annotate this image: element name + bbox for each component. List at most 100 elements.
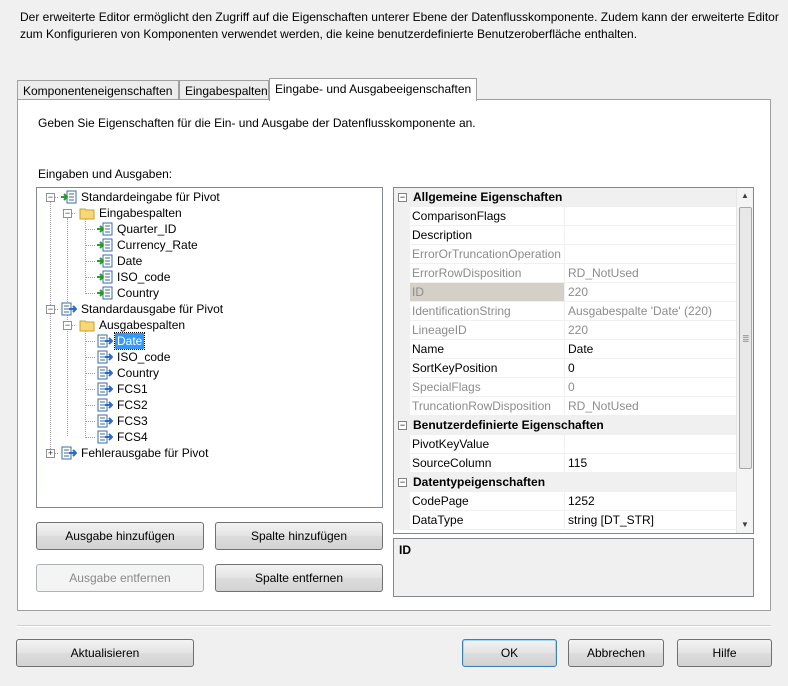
tree-label: FCS4 [117, 430, 148, 444]
property-grid[interactable]: − Allgemeine Eigenschaften ComparisonFlags… [393, 187, 754, 534]
footer-separator [17, 625, 771, 627]
property-row[interactable]: TruncationRowDisposition RD_NotUsed [394, 397, 738, 416]
help-button[interactable]: Hilfe [677, 639, 772, 667]
scroll-up-icon[interactable]: ▲ [741, 191, 749, 200]
intro-text: Der erweiterte Editor ermöglicht den Zug… [20, 10, 779, 41]
input-icon [61, 190, 77, 204]
add-output-button[interactable]: Ausgabe hinzufügen [36, 522, 204, 550]
inputs-outputs-tree[interactable]: − Standardeingabe für Pivot − Eingabespa… [36, 187, 383, 508]
property-name: Name [410, 340, 565, 359]
property-name: ErrorRowDisposition [410, 264, 565, 283]
property-row[interactable]: CodePage 1252 [394, 492, 738, 511]
property-value[interactable]: 220 [565, 283, 738, 302]
property-row[interactable]: ErrorOrTruncationOperation [394, 245, 738, 264]
property-value[interactable]: 0 [565, 359, 738, 378]
property-value[interactable] [565, 207, 738, 226]
property-name: ID [410, 283, 565, 302]
property-value[interactable]: 1252 [565, 492, 738, 511]
tree-label: FCS2 [117, 398, 148, 412]
tree-label: Currency_Rate [117, 238, 198, 252]
property-value[interactable]: RD_NotUsed [565, 397, 738, 416]
tree-label: Quarter_ID [117, 222, 177, 236]
property-name: SourceColumn [410, 454, 565, 473]
property-description-box: ID [393, 538, 754, 597]
property-name: IdentificationString [410, 302, 565, 321]
remove-output-button[interactable]: Ausgabe entfernen [36, 564, 204, 592]
property-category[interactable]: − Benutzerdefinierte Eigenschaften [394, 416, 738, 435]
property-row[interactable]: ComparisonFlags [394, 207, 738, 226]
output-column-icon [97, 430, 113, 444]
property-row[interactable]: SpecialFlags 0 [394, 378, 738, 397]
property-name: SpecialFlags [410, 378, 565, 397]
tree-label: Country [117, 286, 160, 300]
ok-button[interactable]: OK [462, 639, 557, 667]
property-value[interactable] [565, 245, 738, 264]
output-column-icon [97, 366, 113, 380]
tree-label: Standardausgabe für Pivot [81, 302, 224, 316]
collapse-icon[interactable]: − [46, 305, 55, 314]
property-row[interactable]: SortKeyPosition 0 [394, 359, 738, 378]
property-value[interactable]: 0 [565, 378, 738, 397]
add-column-button[interactable]: Spalte hinzufügen [215, 522, 383, 550]
property-name: PivotKeyValue [410, 435, 565, 454]
property-name: ComparisonFlags [410, 207, 565, 226]
input-column-icon [97, 222, 113, 236]
input-column-icon [97, 270, 113, 284]
property-name: Description [410, 226, 565, 245]
expand-icon[interactable]: + [46, 449, 55, 458]
property-value[interactable]: Ausgabespalte 'Date' (220) [565, 302, 738, 321]
tab-input-columns[interactable]: Eingabespalten [179, 80, 269, 100]
property-value[interactable]: Date [565, 340, 738, 359]
scroll-thumb[interactable]: ═ ═ [739, 207, 752, 469]
property-grid-scrollbar[interactable]: ▲ ═ ═ ▼ [736, 188, 753, 533]
property-name: SortKeyPosition [410, 359, 565, 378]
collapse-icon[interactable]: − [63, 209, 72, 218]
tree-label: FCS3 [117, 414, 148, 428]
property-row[interactable]: ID 220 [394, 283, 738, 302]
io-properties-panel: Geben Sie Eigenschaften für die Ein- und… [17, 99, 771, 611]
property-row[interactable]: Name Date [394, 340, 738, 359]
collapse-icon[interactable]: − [63, 321, 72, 330]
collapse-icon[interactable]: − [398, 193, 407, 202]
collapse-icon[interactable]: − [398, 421, 407, 430]
tab-io-properties[interactable]: Eingabe- und Ausgabeeigenschaften [269, 78, 477, 101]
property-row[interactable]: IdentificationString Ausgabespalte 'Date'… [394, 302, 738, 321]
property-row[interactable]: DataType string [DT_STR] [394, 511, 738, 530]
property-row[interactable]: Description [394, 226, 738, 245]
property-row[interactable]: PivotKeyValue [394, 435, 738, 454]
input-column-icon [97, 238, 113, 252]
cancel-button[interactable]: Abbrechen [568, 639, 664, 667]
scroll-down-icon[interactable]: ▼ [741, 520, 749, 529]
output-column-icon [97, 414, 113, 428]
folder-icon [79, 320, 95, 332]
property-row[interactable]: ErrorRowDisposition RD_NotUsed [394, 264, 738, 283]
tree-label: Date [117, 254, 143, 268]
property-name: TruncationRowDisposition [410, 397, 565, 416]
tab-component-properties[interactable]: Komponenteneigenschaften [17, 80, 179, 100]
property-category[interactable]: − Allgemeine Eigenschaften [394, 188, 738, 207]
property-value[interactable] [565, 435, 738, 454]
collapse-icon[interactable]: − [46, 193, 55, 202]
property-category[interactable]: − Datentypeigenschaften [394, 473, 738, 492]
refresh-button[interactable]: Aktualisieren [16, 639, 194, 667]
input-column-icon [97, 254, 113, 268]
output-column-icon [97, 398, 113, 412]
property-value[interactable]: string [DT_STR] [565, 511, 738, 530]
collapse-icon[interactable]: − [398, 478, 407, 487]
folder-icon [79, 208, 95, 220]
property-row[interactable]: SourceColumn 115 [394, 454, 738, 473]
remove-column-button[interactable]: Spalte entfernen [215, 564, 383, 592]
error-output-icon [61, 446, 77, 460]
property-value[interactable]: RD_NotUsed [565, 264, 738, 283]
property-row[interactable]: LineageID 220 [394, 321, 738, 340]
category-label: Datentypeigenschaften [413, 475, 546, 489]
property-value[interactable] [565, 226, 738, 245]
property-value[interactable]: 220 [565, 321, 738, 340]
inputs-outputs-label: Eingaben und Ausgaben: [38, 167, 173, 181]
property-name: DataType [410, 511, 565, 530]
tree-label: Date [113, 332, 146, 350]
tree-label: Ausgabespalten [99, 318, 186, 332]
property-name: LineageID [410, 321, 565, 340]
grip-icon: ═ ═ [743, 332, 749, 345]
property-value[interactable]: 115 [565, 454, 738, 473]
